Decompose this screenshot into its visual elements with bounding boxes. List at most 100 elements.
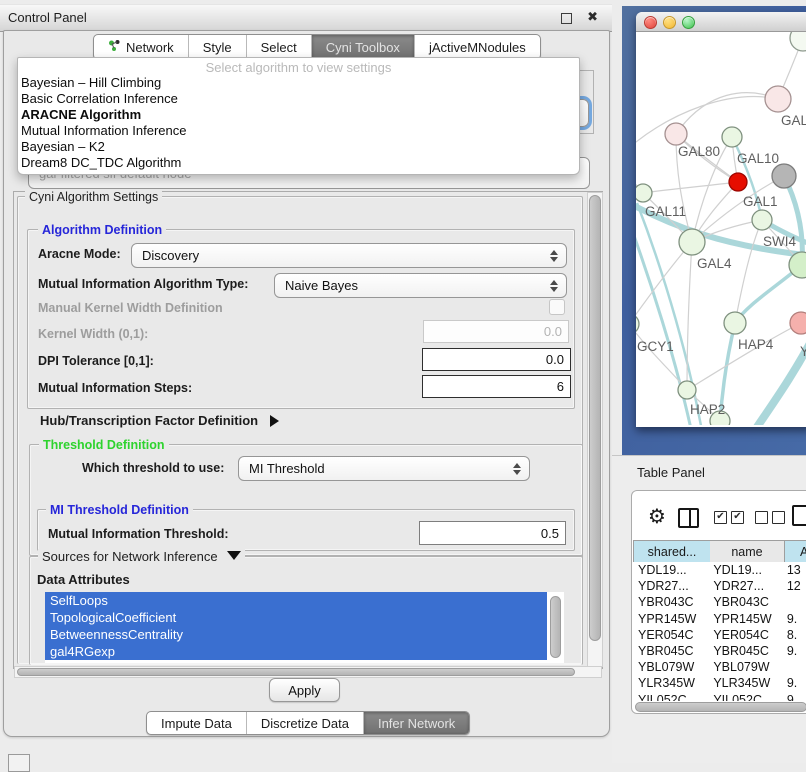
close-window-icon[interactable]: ✖ <box>587 9 598 25</box>
manual-kernel-checkbox[interactable] <box>549 299 565 315</box>
gear-icon[interactable]: ⚙ <box>648 504 666 529</box>
traffic-light-minimize-icon[interactable] <box>663 16 676 29</box>
tab-network[interactable]: Network <box>94 35 189 59</box>
tab-impute-data[interactable]: Impute Data <box>147 712 247 734</box>
network-node[interactable] <box>790 32 806 51</box>
node-label-gal4: GAL4 <box>697 256 732 271</box>
columns-icon[interactable] <box>678 508 699 528</box>
column-header-partial[interactable]: A <box>785 540 806 562</box>
mi-steps-label: Mutual Information Steps: <box>38 381 192 395</box>
algorithm-option-bayesian-k2[interactable]: Bayesian – K2 <box>18 139 579 155</box>
network-node[interactable] <box>722 127 742 147</box>
collapsed-arrow-icon <box>270 415 279 427</box>
algorithm-option-aracne-algorithm[interactable]: ARACNE Algorithm <box>18 107 579 123</box>
network-node[interactable] <box>752 210 772 230</box>
network-node[interactable] <box>790 312 806 334</box>
column-header-shared-name[interactable]: shared... <box>633 540 711 562</box>
attribute-item-topologicalcoefficient[interactable]: TopologicalCoefficient <box>45 609 547 626</box>
tab-cyni-toolbox[interactable]: Cyni Toolbox <box>312 35 415 59</box>
node-label-swi4: SWI4 <box>763 234 796 249</box>
data-attributes-label: Data Attributes <box>37 572 130 587</box>
table-row[interactable]: YBR045CYBR045C9. <box>633 643 806 659</box>
network-node[interactable] <box>679 229 705 255</box>
sources-title: Sources for Network Inference <box>42 549 218 564</box>
network-window[interactable]: GALGAL80GAL10GAL11GAL1SWI4GAL4GCY1HAP4YH… <box>636 12 806 427</box>
apply-button[interactable]: Apply <box>269 678 340 702</box>
hub-definition-label: Hub/Transcription Factor Definition <box>40 413 258 428</box>
network-node[interactable] <box>636 184 652 202</box>
minimized-panel-button[interactable] <box>8 754 30 772</box>
network-node[interactable] <box>765 86 791 112</box>
table-cell: YLR345W <box>708 676 782 690</box>
algorithm-options-list: Bayesian – Hill ClimbingBasic Correlatio… <box>18 75 579 171</box>
mi-threshold-value: 0.5 <box>541 526 559 541</box>
algorithm-option-mutual-information-inference[interactable]: Mutual Information Inference <box>18 123 579 139</box>
table-row[interactable]: YDL19...YDL19...13 <box>633 562 806 578</box>
mi-type-combo[interactable]: Naive Bayes <box>274 273 567 298</box>
dpi-tolerance-input[interactable]: 0.0 <box>422 348 571 371</box>
network-edge <box>636 97 778 151</box>
network-node[interactable] <box>636 314 639 334</box>
network-node[interactable] <box>678 381 696 399</box>
network-node[interactable] <box>724 312 746 334</box>
dpi-tolerance-label: DPI Tolerance [0,1]: <box>38 354 154 368</box>
table-header: shared... name A <box>633 540 806 562</box>
attribute-item-selfloops[interactable]: SelfLoops <box>45 592 547 609</box>
table-row[interactable]: YLR345WYLR345W9. <box>633 675 806 691</box>
mi-steps-input[interactable]: 6 <box>422 375 571 398</box>
float-window-icon[interactable] <box>561 13 572 24</box>
mi-type-label: Mutual Information Algorithm Type: <box>38 277 248 291</box>
node-label-hap2: HAP2 <box>690 402 725 417</box>
attribute-item-betweennesscentrality[interactable]: BetweennessCentrality <box>45 626 547 643</box>
algorithm-option-bayesian-hill-climbing[interactable]: Bayesian – Hill Climbing <box>18 75 579 91</box>
network-node[interactable] <box>665 123 687 145</box>
node-label-hap4: HAP4 <box>738 337 774 352</box>
network-node[interactable] <box>772 164 796 188</box>
table-row[interactable]: YPR145WYPR145W9. <box>633 611 806 627</box>
table-horizontal-scrollbar[interactable] <box>634 702 806 711</box>
table-row[interactable]: YDR27...YDR27...12 <box>633 578 806 594</box>
hub-definition-toggle[interactable]: Hub/Transcription Factor Definition <box>40 413 279 428</box>
attribute-item-gal4rgexp[interactable]: gal4RGexp <box>45 643 547 660</box>
table-cell: 13 <box>782 563 806 577</box>
attributes-list-scrollbar[interactable] <box>550 596 561 658</box>
network-canvas[interactable]: GALGAL80GAL10GAL11GAL1SWI4GAL4GCY1HAP4YH… <box>636 32 806 426</box>
table-cell: YER054C <box>708 628 782 642</box>
network-window-titlebar[interactable] <box>636 12 806 32</box>
node-label-gal10: GAL10 <box>737 151 779 166</box>
data-attributes-list[interactable]: SelfLoopsTopologicalCoefficientBetweenne… <box>45 592 564 663</box>
network-node[interactable] <box>729 173 747 191</box>
table-cell: 9 <box>782 693 806 701</box>
aracne-mode-combo[interactable]: Discovery <box>131 243 567 268</box>
column-header-name[interactable]: name <box>710 540 785 562</box>
tab-discretize-data[interactable]: Discretize Data <box>247 712 364 734</box>
checked-boxes-icon[interactable]: ✔✔ <box>714 511 744 524</box>
aracne-mode-label: Aracne Mode: <box>38 247 121 261</box>
unchecked-boxes-icon[interactable] <box>755 511 785 524</box>
algorithm-hint: Select algorithm to view settings <box>18 58 579 75</box>
table-row[interactable]: YBL079WYBL079W <box>633 659 806 675</box>
tab-style[interactable]: Style <box>189 35 247 59</box>
settings-vertical-scrollbar[interactable] <box>587 192 603 667</box>
which-threshold-combo[interactable]: MI Threshold <box>238 456 530 481</box>
document-icon[interactable] <box>792 505 806 526</box>
table-row[interactable]: YIL052CYIL052C9 <box>633 692 806 702</box>
tab-jactivemnodules[interactable]: jActiveMNodules <box>415 35 540 59</box>
kernel-width-label: Kernel Width (0,1): <box>38 327 148 341</box>
table-rows: YDL19...YDL19...13YDR27...YDR27...12YBR0… <box>633 562 806 701</box>
table-cell: 8. <box>782 628 806 642</box>
algorithm-option-basic-correlation-inference[interactable]: Basic Correlation Inference <box>18 91 579 107</box>
algorithm-option-dream8-dc-tdc-algorithm[interactable]: Dream8 DC_TDC Algorithm <box>18 155 579 171</box>
kernel-width-input[interactable]: 0.0 <box>423 320 569 343</box>
settings-horizontal-scrollbar[interactable] <box>14 666 602 678</box>
algorithm-definition-title: Algorithm Definition <box>38 223 166 237</box>
tab-label: Select <box>261 40 297 55</box>
tab-infer-network[interactable]: Infer Network <box>364 712 469 734</box>
mi-threshold-input[interactable]: 0.5 <box>419 521 566 545</box>
traffic-light-close-icon[interactable] <box>644 16 657 29</box>
table-row[interactable]: YER054CYER054C8. <box>633 627 806 643</box>
sources-title-row[interactable]: Sources for Network Inference <box>38 549 245 564</box>
traffic-light-zoom-icon[interactable] <box>682 16 695 29</box>
tab-select[interactable]: Select <box>247 35 312 59</box>
table-row[interactable]: YBR043CYBR043C <box>633 594 806 610</box>
